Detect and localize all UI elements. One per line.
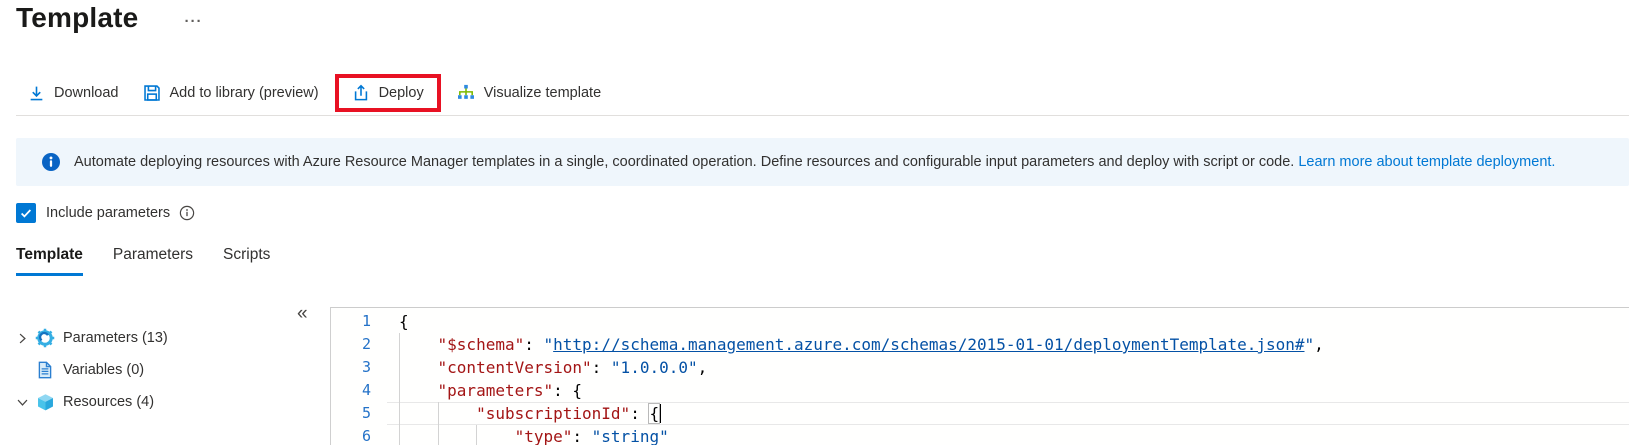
code-line[interactable]: "subscriptionId": { — [399, 402, 1629, 425]
add-to-library-button[interactable]: Add to library (preview) — [131, 78, 331, 108]
banner-message: Automate deploying resources with Azure … — [74, 154, 1556, 170]
code-token: : — [630, 404, 650, 423]
tree-item-parameters[interactable]: Parameters (13) — [16, 322, 316, 354]
deploy-button[interactable]: Deploy — [348, 82, 428, 104]
collapse-panel-button[interactable]: « — [297, 304, 308, 323]
code-token: , — [1314, 335, 1324, 354]
page-header: Template ··· — [16, 2, 202, 34]
tree-item-label: Parameters (13) — [63, 330, 168, 346]
tab-template[interactable]: Template — [16, 246, 83, 276]
toolbar-divider — [16, 115, 1629, 116]
indent-guide-line — [437, 425, 439, 445]
learn-more-link[interactable]: Learn more about template deployment. — [1298, 154, 1555, 170]
template-page: Template ··· Download Add to library (pr — [0, 0, 1629, 445]
tree-item-label: Resources (4) — [63, 394, 155, 410]
indent-guide-line — [399, 379, 400, 402]
info-tooltip-icon[interactable] — [179, 205, 195, 221]
indent-guide-line — [399, 425, 400, 445]
code-token: { — [572, 381, 583, 400]
visualize-template-icon — [457, 84, 475, 102]
info-icon — [41, 152, 61, 172]
line-number: 4 — [361, 381, 371, 399]
command-bar: Download Add to library (preview) Deploy… — [16, 70, 1629, 116]
add-to-library-label: Add to library (preview) — [169, 85, 319, 101]
document-icon — [34, 361, 56, 379]
visualize-template-button[interactable]: Visualize template — [445, 78, 613, 108]
line-number: 3 — [361, 358, 371, 376]
code-line[interactable]: "$schema": "http://schema.management.azu… — [399, 333, 1629, 356]
line-number: 1 — [361, 312, 371, 330]
line-number-gutter: 1 2 3 4 5 6 — [331, 308, 385, 445]
chevron-right-icon[interactable] — [16, 332, 34, 345]
more-menu-icon[interactable]: ··· — [184, 13, 202, 30]
code-token: "contentVersion" — [437, 358, 592, 377]
code-token: { — [648, 403, 661, 424]
chevron-down-icon[interactable] — [16, 396, 34, 409]
tree-item-variables[interactable]: Variables (0) — [16, 354, 316, 386]
gear-icon — [34, 328, 56, 348]
text-cursor — [659, 404, 662, 423]
page-title: Template — [16, 2, 139, 33]
deploy-icon — [352, 84, 370, 102]
code-token: , — [697, 358, 708, 377]
code-token: : — [572, 427, 592, 445]
checkmark-icon — [21, 209, 32, 218]
code-token: : — [591, 358, 611, 377]
visualize-template-label: Visualize template — [483, 85, 602, 101]
code-token: "type" — [514, 427, 573, 445]
deploy-label: Deploy — [378, 85, 424, 101]
code-token: : — [524, 335, 544, 354]
code-token: { — [399, 312, 409, 331]
tab-bar: Template Parameters Scripts — [16, 246, 270, 276]
code-content[interactable]: { "$schema": "http://schema.management.a… — [399, 308, 1629, 445]
template-outline-tree: Parameters (13) Variables (0) Resources … — [16, 322, 316, 418]
tab-scripts[interactable]: Scripts — [223, 246, 270, 276]
deploy-highlight-box: Deploy — [334, 74, 441, 112]
include-parameters-row: Include parameters — [16, 203, 195, 223]
code-token: http://schema.management.azure.com/schem… — [553, 335, 1305, 354]
code-line[interactable]: { — [399, 310, 1629, 333]
tab-parameters[interactable]: Parameters — [113, 246, 193, 276]
cube-icon — [34, 393, 56, 412]
code-line[interactable]: "type": "string" — [399, 425, 1629, 445]
indent-guide-line — [437, 402, 439, 425]
code-token: " — [1304, 335, 1315, 354]
indent-guide-line — [399, 402, 400, 425]
code-token: "subscriptionId" — [476, 404, 631, 423]
download-label: Download — [54, 85, 119, 101]
code-token: "string" — [591, 427, 669, 445]
indent-guide-line — [476, 425, 478, 445]
tree-item-label: Variables (0) — [63, 362, 145, 378]
code-line[interactable]: "parameters": { — [399, 379, 1629, 402]
tree-item-resources[interactable]: Resources (4) — [16, 386, 316, 418]
code-token: "$schema" — [437, 335, 525, 354]
code-line[interactable]: "contentVersion": "1.0.0.0", — [399, 356, 1629, 379]
code-token: " — [543, 335, 554, 354]
include-parameters-checkbox[interactable] — [16, 203, 36, 223]
code-token: : — [553, 381, 573, 400]
include-parameters-label: Include parameters — [46, 205, 171, 221]
code-token: "1.0.0.0" — [610, 358, 698, 377]
download-icon — [28, 85, 45, 102]
code-editor[interactable]: 1 2 3 4 5 6 { "$schema": "http://schema.manag… — [330, 307, 1629, 445]
download-button[interactable]: Download — [16, 79, 131, 108]
indent-guide-line — [399, 356, 400, 379]
code-token: "parameters" — [437, 381, 554, 400]
info-banner: Automate deploying resources with Azure … — [16, 138, 1629, 186]
line-number: 2 — [361, 335, 371, 353]
line-number: 5 — [361, 404, 371, 422]
indent-guide-line — [399, 333, 400, 356]
save-icon — [143, 84, 161, 102]
line-number: 6 — [361, 427, 371, 445]
